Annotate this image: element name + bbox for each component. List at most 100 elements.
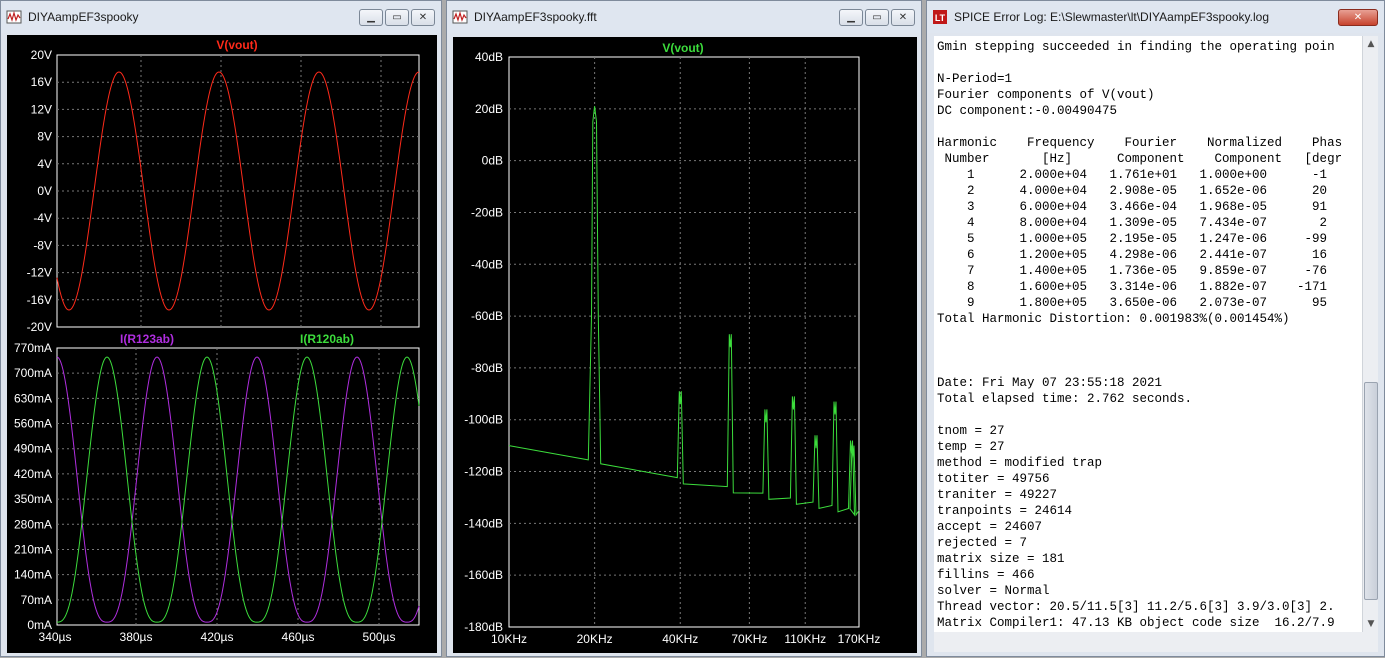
- log-line: method = modified trap: [937, 456, 1103, 470]
- y-tick-label: -60dB: [471, 309, 503, 323]
- voltage-y-axis: 20V 16V 12V 8V 4V 0V -4V -8V -12V -16V -20V: [27, 48, 52, 334]
- y-tick-label: -12V: [27, 266, 52, 280]
- y-tick-label: 700mA: [14, 366, 52, 380]
- r123-trace[interactable]: [56, 356, 420, 623]
- fft-window[interactable]: DIYAampEF3spooky.fft ▁ ▭ ✕ 40dB 20dB 0dB -2…: [446, 0, 922, 657]
- log-line: tnom = 27: [937, 424, 1005, 438]
- spice-log-titlebar[interactable]: LT SPICE Error Log: E:\Slewmaster\lt\DIY…: [927, 1, 1384, 33]
- close-button[interactable]: ✕: [891, 8, 915, 26]
- r123-trace-label: I(R123ab): [120, 332, 174, 346]
- transient-plot-svg[interactable]: 20V 16V 12V 8V 4V 0V -4V -8V -12V -16V -20V V(vout…: [7, 35, 437, 653]
- x-tick-label: 340µs: [39, 630, 72, 644]
- y-tick-label: 0V: [37, 184, 52, 198]
- y-tick-label: 630mA: [14, 391, 52, 405]
- scroll-down-arrow-icon[interactable]: ▼: [1363, 616, 1379, 632]
- y-tick-label: -120dB: [464, 465, 503, 479]
- log-line: matrix size = 181: [937, 552, 1065, 566]
- y-tick-label: 16V: [31, 75, 52, 89]
- y-tick-label: 8V: [37, 130, 52, 144]
- waveform-icon: [452, 10, 468, 24]
- log-line: N-Period=1: [937, 72, 1013, 86]
- fft-window-title: DIYAampEF3spooky.fft: [474, 10, 597, 24]
- fft-titlebar[interactable]: DIYAampEF3spooky.fft ▁ ▭ ✕: [447, 1, 921, 33]
- log-line: Gmin stepping succeeded in finding the o…: [937, 40, 1335, 54]
- spice-log-text-area[interactable]: Gmin stepping succeeded in finding the o…: [934, 36, 1362, 632]
- r120-trace[interactable]: [57, 356, 420, 623]
- y-tick-label: 280mA: [14, 517, 52, 531]
- log-line: Matrix Compiler1: 47.13 KB object code s…: [937, 616, 1335, 630]
- x-tick-label: 420µs: [201, 630, 234, 644]
- log-line: accept = 24607: [937, 520, 1043, 534]
- waveform-icon: [6, 10, 22, 24]
- y-tick-label: 12V: [31, 102, 52, 116]
- x-tick-label: 20KHz: [577, 632, 613, 646]
- log-line: solver = Normal: [937, 584, 1050, 598]
- horizontal-scrollbar[interactable]: [934, 632, 1378, 652]
- x-tick-label: 500µs: [363, 630, 396, 644]
- log-line: DC component:-0.00490475: [937, 104, 1118, 118]
- voltage-plot-grid: [57, 55, 419, 327]
- vertical-scrollbar[interactable]: ▲ ▼: [1362, 36, 1378, 632]
- scrollbar-thumb[interactable]: [1364, 382, 1378, 600]
- x-tick-label: 70KHz: [731, 632, 767, 646]
- y-tick-label: 0dB: [482, 154, 503, 168]
- minimize-button[interactable]: ▁: [359, 8, 383, 26]
- current-plot-frame: [56, 347, 420, 626]
- fft-plot-grid: [509, 57, 859, 627]
- current-plot[interactable]: 770mA 700mA 630mA 560mA 490mA 420mA 350mA 280mA…: [14, 332, 420, 644]
- transient-plot-pane[interactable]: 20V 16V 12V 8V 4V 0V -4V -8V -12V -16V -20V V(vout…: [7, 35, 437, 653]
- y-tick-label: 210mA: [14, 542, 52, 556]
- log-line: Total elapsed time: 2.762 seconds.: [937, 392, 1193, 406]
- log-line: fillins = 466: [937, 568, 1035, 582]
- vout-trace-label: V(vout): [216, 38, 257, 52]
- y-tick-label: -80dB: [471, 361, 503, 375]
- fft-plot-frame: [508, 56, 860, 628]
- fft-plot-svg[interactable]: 40dB 20dB 0dB -20dB -40dB -60dB -80dB -100dB -12…: [453, 37, 917, 653]
- maximize-button[interactable]: ▭: [865, 8, 889, 26]
- y-tick-label: -4V: [33, 211, 52, 225]
- y-tick-label: 770mA: [14, 341, 52, 355]
- minimize-button[interactable]: ▁: [839, 8, 863, 26]
- y-tick-label: -20dB: [471, 205, 503, 219]
- log-line: totiter = 49756: [937, 472, 1050, 486]
- x-tick-label: 170KHz: [838, 632, 881, 646]
- log-line: 9 1.800e+05 3.650e-06 2.073e-07 95: [937, 296, 1328, 310]
- log-line: temp = 27: [937, 440, 1005, 454]
- log-line: Number [Hz] Component Component [degr: [937, 152, 1343, 166]
- log-line: 4 8.000e+04 1.309e-05 7.434e-07 2: [937, 216, 1328, 230]
- waveform-window-title: DIYAampEF3spooky: [28, 10, 139, 24]
- y-tick-label: 20dB: [475, 102, 503, 116]
- waveform-window[interactable]: DIYAampEF3spooky ▁ ▭ ✕ 20V 16V 12V 8V 4V 0V -4…: [0, 0, 442, 657]
- y-tick-label: -140dB: [464, 516, 503, 530]
- db-y-axis: 40dB 20dB 0dB -20dB -40dB -60dB -80dB -100dB -12…: [464, 50, 503, 634]
- waveform-titlebar[interactable]: DIYAampEF3spooky ▁ ▭ ✕: [1, 1, 441, 33]
- x-tick-label: 40KHz: [662, 632, 698, 646]
- fft-plot-pane[interactable]: 40dB 20dB 0dB -20dB -40dB -60dB -80dB -100dB -12…: [453, 37, 917, 653]
- x-tick-label: 10KHz: [491, 632, 527, 646]
- close-button[interactable]: ✕: [411, 8, 435, 26]
- time-x-axis: 340µs 380µs 420µs 460µs 500µs: [39, 630, 396, 644]
- x-tick-label: 110KHz: [784, 632, 826, 646]
- y-tick-label: 70mA: [21, 593, 52, 607]
- y-tick-label: 490mA: [14, 442, 52, 456]
- close-button[interactable]: ✕: [1338, 8, 1378, 26]
- y-tick-label: -20V: [27, 320, 52, 334]
- log-line: Thread vector: 20.5/11.5[3] 11.2/5.6[3] …: [937, 600, 1335, 614]
- current-y-axis: 770mA 700mA 630mA 560mA 490mA 420mA 350mA 280mA…: [14, 341, 52, 632]
- scroll-up-arrow-icon[interactable]: ▲: [1363, 36, 1379, 52]
- voltage-plot[interactable]: 20V 16V 12V 8V 4V 0V -4V -8V -12V -16V -20V V(vout…: [27, 38, 420, 334]
- log-line: 1 2.000e+04 1.761e+01 1.000e+00 -1: [937, 168, 1328, 182]
- y-tick-label: 20V: [31, 48, 52, 62]
- log-line: 6 1.200e+05 4.298e-06 2.441e-07 16: [937, 248, 1328, 262]
- y-tick-label: -16V: [27, 293, 52, 307]
- y-tick-label: -100dB: [464, 413, 503, 427]
- maximize-button[interactable]: ▭: [385, 8, 409, 26]
- r120-trace-label: I(R120ab): [300, 332, 354, 346]
- frequency-x-axis: 10KHz 20KHz 40KHz 70KHz 110KHz 170KHz: [491, 632, 880, 646]
- log-line: 8 1.600e+05 3.314e-06 1.882e-07 -171: [937, 280, 1328, 294]
- y-tick-label: 140mA: [14, 568, 52, 582]
- fft-trace[interactable]: [508, 106, 860, 517]
- fft-trace-label: V(vout): [662, 41, 703, 55]
- log-line: rejected = 7: [937, 536, 1028, 550]
- y-tick-label: 560mA: [14, 417, 52, 431]
